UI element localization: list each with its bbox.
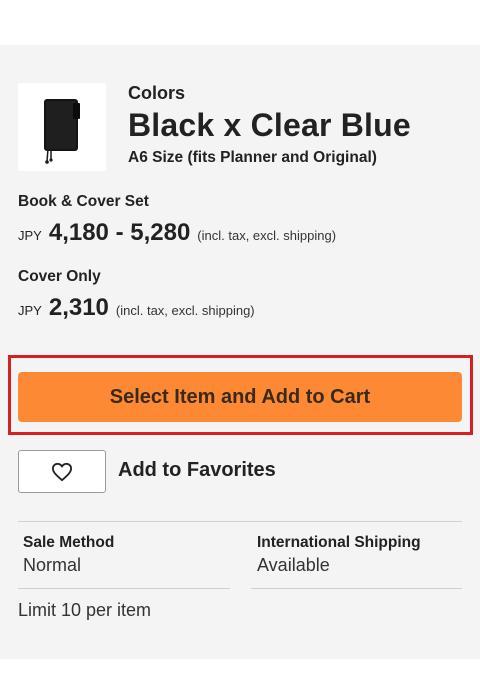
price-amount: 4,180 - 5,280 [48, 219, 191, 246]
divider-top [18, 521, 462, 522]
sale-method-value: Normal [23, 555, 82, 575]
product-label: Colors [128, 83, 186, 103]
international-shipping-value: Available [257, 555, 330, 575]
price-note: (incl. tax, excl. shipping) [197, 228, 337, 243]
favorite-button[interactable] [18, 450, 106, 493]
divider-right [251, 588, 462, 589]
product-title: Black x Clear Blue [128, 107, 411, 143]
currency: JPY [18, 303, 42, 318]
price-book-cover-set: Book & Cover Set JPY 4,180 - 5,280 (incl… [18, 193, 336, 247]
favorites-label[interactable]: Add to Favorites [118, 459, 276, 482]
price-title: Book & Cover Set [18, 193, 149, 210]
heart-outline-icon [52, 462, 72, 481]
planner-cover-image [44, 99, 80, 164]
price-title: Cover Only [18, 268, 101, 285]
product-panel: Colors Black x Clear Blue A6 Size (fits … [0, 45, 480, 659]
purchase-limit: Limit 10 per item [18, 600, 152, 620]
product-thumbnail[interactable] [18, 83, 106, 171]
price-row: JPY 2,310 (incl. tax, excl. shipping) [18, 294, 255, 322]
price-cover-only: Cover Only JPY 2,310 (incl. tax, excl. s… [18, 268, 255, 322]
add-to-cart-button[interactable]: Select Item and Add to Cart [18, 372, 462, 422]
international-shipping-label: International Shipping [257, 534, 421, 551]
price-amount: 2,310 [48, 294, 109, 321]
sale-method-label: Sale Method [23, 534, 115, 551]
currency: JPY [18, 228, 42, 243]
divider-left [18, 588, 230, 589]
price-row: JPY 4,180 - 5,280 (incl. tax, excl. ship… [18, 219, 336, 247]
product-subtitle: A6 Size (fits Planner and Original) [128, 149, 377, 166]
price-note: (incl. tax, excl. shipping) [115, 303, 255, 318]
